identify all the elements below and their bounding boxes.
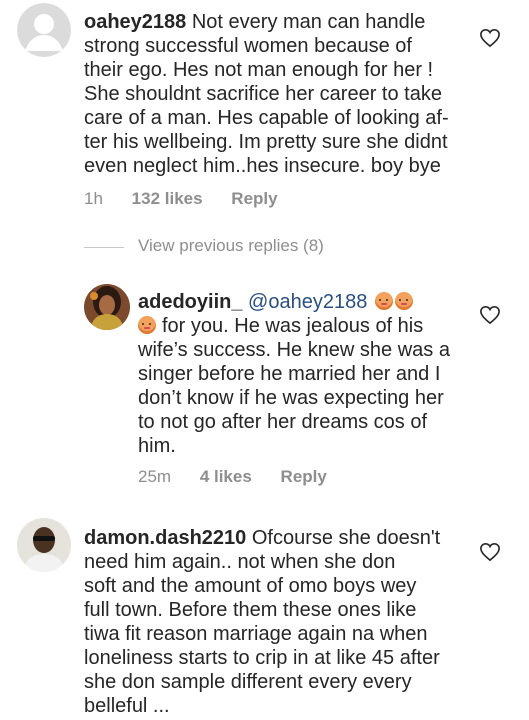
comment-line: him. <box>138 435 176 457</box>
comment-time: 25m <box>138 467 172 486</box>
comment-line: belleful ... <box>84 695 170 717</box>
comment-line: tiwa fit reason marriage again na when <box>84 623 428 645</box>
comment-line: She shouldnt sacrifice her career to tak… <box>84 83 442 105</box>
avatar-adedoyiin[interactable] <box>84 284 130 330</box>
comment-line: even neglect him..hes insecure. boy bye <box>84 155 441 177</box>
reply-button[interactable]: Reply <box>231 189 277 208</box>
emoji-icon <box>374 292 393 310</box>
comment-line: soft and the amount of omo boys wey <box>84 575 417 597</box>
heart-outline-icon[interactable] <box>479 28 501 48</box>
emoji-icon <box>394 292 413 310</box>
avatar-damon-dash[interactable] <box>17 518 71 572</box>
comment-line: Ofcourse she doesn't <box>251 527 441 549</box>
comment-line: singer before he married her and I <box>138 363 441 385</box>
comment-line: wife’s success. He knew she was a <box>138 339 450 361</box>
comment-line: she don sample different every every <box>84 671 412 693</box>
comment-line: need him again.. not when she don <box>84 551 396 573</box>
emoji-icon <box>138 316 156 334</box>
heart-outline-icon[interactable] <box>479 305 501 325</box>
comment-line: loneliness starts to crip in at like 45 … <box>84 647 440 669</box>
comment-line: their ego. Hes not man enough for her ! <box>84 59 434 81</box>
comment-line: Not every man can handle <box>191 11 426 33</box>
comment-line: to not go after her dreams cos of <box>138 411 428 433</box>
view-previous-replies-button[interactable]: View previous replies (8) <box>138 236 324 256</box>
comment-line: strong successful women because of <box>84 35 412 57</box>
comment-time: 1h <box>84 189 103 208</box>
comment-username[interactable]: oahey2188 <box>84 11 186 33</box>
heart-outline-icon[interactable] <box>479 542 501 562</box>
avatar-default[interactable] <box>17 3 71 57</box>
comment-line: don’t know if he was expecting her <box>138 387 444 409</box>
reply-button[interactable]: Reply <box>281 467 327 486</box>
likes-count-button[interactable]: 4 likes <box>200 467 252 486</box>
comment-line: full town. Before them these ones like <box>84 599 417 621</box>
mention-link[interactable]: @oahey2188 <box>248 291 367 313</box>
comment-username[interactable]: damon.dash2210 <box>84 527 246 549</box>
replies-divider <box>84 247 124 248</box>
comment-line: care of a man. Hes capable of looking af… <box>84 107 449 129</box>
comment-line: ter his wellbeing. Im pretty sure she di… <box>84 131 448 153</box>
comment-username[interactable]: adedoyiin_ <box>138 291 242 313</box>
likes-count-button[interactable]: 132 likes <box>132 189 203 208</box>
comment-line: for you. He was jealous of his <box>162 315 424 337</box>
